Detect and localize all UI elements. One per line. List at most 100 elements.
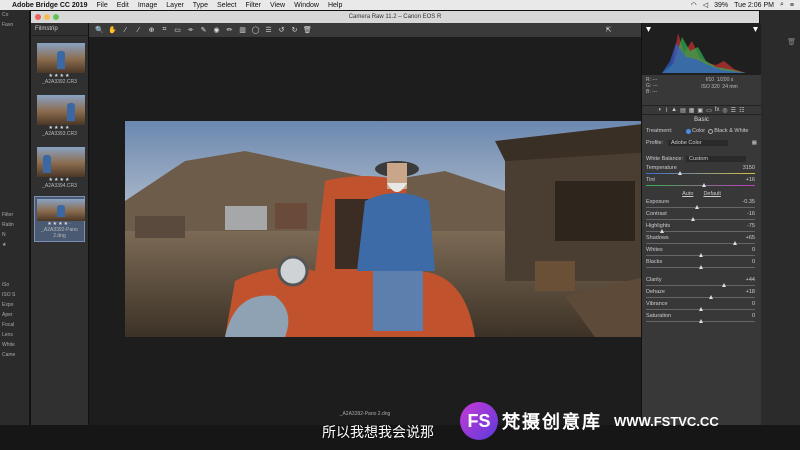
default-link[interactable]: Default xyxy=(703,191,720,197)
transform-tool-icon[interactable]: ⌯ xyxy=(186,26,195,34)
slider-highlights[interactable]: Highlights -75 xyxy=(642,223,761,235)
white-balance-tool-icon[interactable]: ⁄ xyxy=(121,27,130,34)
bridge-left-row[interactable] xyxy=(0,150,29,160)
slider-exposure[interactable]: Exposure -0.35 xyxy=(642,199,761,211)
slider-thumb[interactable] xyxy=(699,319,703,323)
slider-value[interactable]: +18 xyxy=(746,289,755,295)
filmstrip-thumb[interactable]: ★★★★ _A2A3393.CR3 xyxy=(34,92,85,140)
radial-filter-icon[interactable]: ◯ xyxy=(251,26,260,34)
slider-track[interactable] xyxy=(646,173,755,174)
bridge-left-row[interactable] xyxy=(0,40,29,50)
slider-track[interactable] xyxy=(646,185,755,186)
bridge-left-row[interactable] xyxy=(0,100,29,110)
slider-thumb[interactable] xyxy=(708,295,713,299)
tone-curve-tab-icon[interactable]: ⌇ xyxy=(665,107,668,114)
treatment-bw-option[interactable]: Black & White xyxy=(708,128,748,134)
menu-edit[interactable]: Edit xyxy=(117,2,129,9)
slider-thumb[interactable] xyxy=(659,229,664,233)
straighten-tool-icon[interactable]: ▭ xyxy=(173,26,182,34)
slider-value[interactable]: -16 xyxy=(747,211,755,217)
bridge-left-row[interactable] xyxy=(0,120,29,130)
slider-track[interactable] xyxy=(646,297,755,298)
presets-tab-icon[interactable]: ☰ xyxy=(731,107,736,114)
bridge-left-row[interactable] xyxy=(0,170,29,180)
color-sampler-icon[interactable]: ⁄ xyxy=(134,27,143,34)
detail-tab-icon[interactable]: ▲ xyxy=(671,107,677,113)
clock[interactable]: Tue 2:06 PM xyxy=(734,2,774,9)
preview-canvas[interactable] xyxy=(89,37,669,426)
bridge-left-row[interactable] xyxy=(0,60,29,70)
slider-value[interactable]: -75 xyxy=(747,223,755,229)
slider-whites[interactable]: Whites 0 xyxy=(642,247,761,259)
menu-select[interactable]: Select xyxy=(217,2,236,9)
bridge-left-row[interactable]: Co xyxy=(0,10,29,20)
hand-tool-icon[interactable]: ✋ xyxy=(108,26,117,34)
adjustment-brush-icon[interactable]: ✏ xyxy=(225,26,234,34)
bridge-left-row[interactable] xyxy=(0,250,29,260)
split-toning-tab-icon[interactable]: ▦ xyxy=(689,107,695,114)
trash-icon[interactable]: 🗑 xyxy=(303,26,312,34)
slider-thumb[interactable] xyxy=(699,265,703,269)
bridge-left-row[interactable] xyxy=(0,140,29,150)
slider-blacks[interactable]: Blacks 0 xyxy=(642,259,761,271)
menu-file[interactable]: File xyxy=(96,2,107,9)
battery-percent[interactable]: 39% xyxy=(714,2,728,9)
slider-saturation[interactable]: Saturation 0 xyxy=(642,313,761,325)
bridge-left-row[interactable]: Came xyxy=(0,350,29,360)
filmstrip-thumb[interactable]: ★★★★ _A2A3392.CR3 xyxy=(34,40,85,88)
bridge-left-row[interactable] xyxy=(0,80,29,90)
bridge-left-row[interactable]: Lens xyxy=(0,330,29,340)
treatment-color-option[interactable]: Color xyxy=(686,128,705,134)
slider-thumb[interactable] xyxy=(677,171,682,175)
bridge-left-row[interactable]: Filter xyxy=(0,210,29,220)
slider-thumb[interactable] xyxy=(699,253,703,257)
search-icon[interactable]: ⌕ xyxy=(780,1,784,9)
bridge-left-row[interactable]: Expo xyxy=(0,300,29,310)
preferences-icon[interactable]: ☰ xyxy=(264,26,273,34)
basic-tab-icon[interactable]: ◐ xyxy=(659,107,663,113)
rotate-left-icon[interactable]: ↺ xyxy=(277,26,286,34)
bridge-left-row[interactable] xyxy=(0,190,29,200)
slider-thumb[interactable] xyxy=(690,217,695,221)
menu-layer[interactable]: Layer xyxy=(166,2,184,9)
menu-help[interactable]: Help xyxy=(328,2,342,9)
slider-thumb[interactable] xyxy=(732,241,737,245)
auto-link[interactable]: Auto xyxy=(682,191,693,197)
rotate-right-icon[interactable]: ↻ xyxy=(290,26,299,34)
bridge-left-row[interactable]: White xyxy=(0,340,29,350)
slider-clarity[interactable]: Clarity +44 xyxy=(642,277,761,289)
slider-value[interactable]: 0 xyxy=(752,313,755,319)
profile-browser-icon[interactable]: ▦ xyxy=(752,140,757,146)
bridge-left-row[interactable]: ISO S xyxy=(0,290,29,300)
bridge-left-row[interactable] xyxy=(0,70,29,80)
bridge-left-row[interactable] xyxy=(0,50,29,60)
app-name-menu[interactable]: Adobe Bridge CC 2019 xyxy=(12,2,87,9)
slider-track[interactable] xyxy=(646,207,755,208)
slider-track[interactable] xyxy=(646,219,755,220)
menu-list-icon[interactable]: ≡ xyxy=(790,2,794,9)
filmstrip-thumb-selected[interactable]: ★★★★· _A2A3392-Pano 2.dng xyxy=(34,196,85,242)
slider-temperature[interactable]: Temperature 3150 xyxy=(642,165,761,177)
menu-type[interactable]: Type xyxy=(193,2,208,9)
slider-value[interactable]: +44 xyxy=(746,277,755,283)
calibration-tab-icon[interactable]: ◎ xyxy=(722,107,727,114)
menu-window[interactable]: Window xyxy=(294,2,319,9)
targeted-adjustment-icon[interactable]: ⊕ xyxy=(147,26,156,34)
bridge-left-row[interactable] xyxy=(0,30,29,40)
slider-thumb[interactable] xyxy=(722,283,727,287)
bridge-left-row[interactable]: ★ xyxy=(0,240,29,250)
bridge-left-row[interactable] xyxy=(0,180,29,190)
slider-track[interactable] xyxy=(646,243,755,244)
snapshots-tab-icon[interactable]: ☷ xyxy=(739,107,744,114)
slider-value[interactable]: +16 xyxy=(746,177,755,183)
slider-value[interactable]: 0 xyxy=(752,247,755,253)
bridge-left-row[interactable] xyxy=(0,90,29,100)
bridge-left-row[interactable] xyxy=(0,160,29,170)
red-eye-icon[interactable]: ◉ xyxy=(212,26,221,34)
profile-select[interactable]: Adobe Color xyxy=(668,140,728,146)
slider-shadows[interactable]: Shadows +65 xyxy=(642,235,761,247)
bridge-left-row[interactable] xyxy=(0,130,29,140)
bridge-left-row[interactable]: Focal xyxy=(0,320,29,330)
slider-value[interactable]: 3150 xyxy=(743,165,755,171)
crop-tool-icon[interactable]: ⌗ xyxy=(160,26,169,34)
